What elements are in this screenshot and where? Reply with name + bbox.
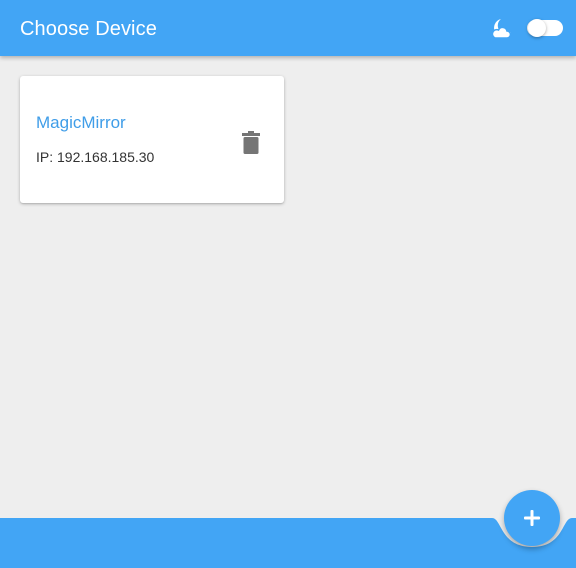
delete-device-button[interactable] [237,129,265,157]
device-card[interactable]: MagicMirror IP: 192.168.185.30 [20,76,284,203]
plus-icon [524,510,540,526]
device-name[interactable]: MagicMirror [36,113,126,133]
device-ip: IP: 192.168.185.30 [36,149,155,165]
trash-icon [242,131,260,154]
app-bar: Choose Device [0,0,576,56]
toggle-thumb[interactable] [528,19,546,37]
night-mode-icon[interactable] [490,17,514,41]
theme-toggle[interactable] [527,19,563,37]
add-device-button[interactable] [504,490,560,546]
page-title: Choose Device [20,18,157,40]
bottom-app-bar [0,518,576,568]
